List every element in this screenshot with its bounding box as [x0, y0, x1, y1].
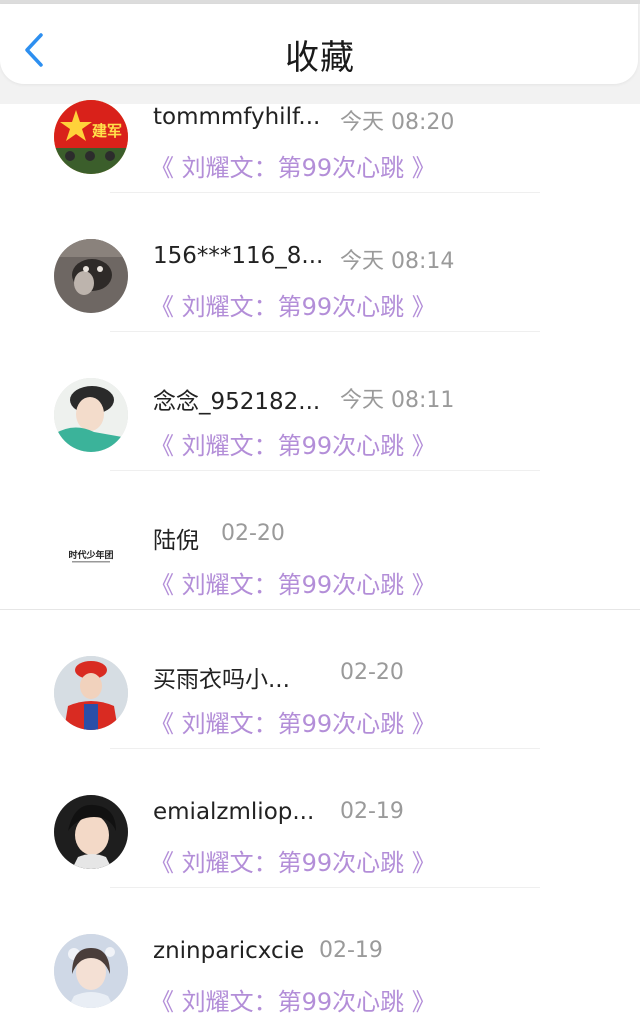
timestamp: 02-20 [221, 521, 285, 546]
page-title: 收藏 [285, 38, 355, 78]
boy-photo-icon [54, 378, 128, 452]
timestamp: 今天 08:20 [340, 110, 455, 135]
army-day-badge-icon: 建军 [54, 100, 128, 174]
mario-cosplay-icon [54, 656, 128, 730]
name-line: zninparicxcie [153, 938, 304, 964]
user-name: 念念_952182... [153, 389, 321, 415]
child-photo-icon [54, 795, 128, 869]
group-logo-icon: 时代少年团 [54, 517, 128, 591]
user-name: tommmfyhilf... [153, 104, 321, 130]
avatar[interactable] [54, 934, 128, 1008]
avatar[interactable]: 时代少年团 [54, 517, 128, 591]
svg-text:建军: 建军 [92, 122, 122, 140]
list-item[interactable]: emialzmliop... 02-19 《 刘耀文：第99次心跳 》 [0, 749, 640, 888]
list-item[interactable]: 156***116_8... 今天 08:14 《 刘耀文：第99次心跳 》 [0, 193, 640, 332]
header-card: 收藏 [0, 4, 638, 84]
user-name: emialzmliop... [153, 799, 315, 825]
girl-photo-icon [54, 934, 128, 1008]
avatar[interactable] [54, 656, 128, 730]
list-item[interactable]: 买雨衣吗小... 02-20 《 刘耀文：第99次心跳 》 [0, 610, 640, 749]
favorite-title[interactable]: 《 刘耀文：第99次心跳 》 [150, 565, 436, 600]
user-name: 陆倪 [153, 528, 199, 554]
favorite-title[interactable]: 《 刘耀文：第99次心跳 》 [150, 843, 436, 878]
name-line: emialzmliop... [153, 799, 314, 825]
name-line: 陆倪 [153, 521, 199, 555]
timestamp: 02-19 [319, 938, 383, 963]
favorites-list: 建军 tommmfyhilf... 今天 08:20 《 刘耀文：第99次心跳 … [0, 100, 640, 1019]
list-item[interactable]: 念念_952182... 今天 08:11 《 刘耀文：第99次心跳 》 [0, 332, 640, 471]
avatar-logo-text: 时代少年团 [68, 549, 113, 561]
timestamp: 02-19 [340, 799, 404, 824]
list-item[interactable]: 建军 tommmfyhilf... 今天 08:20 《 刘耀文：第99次心跳 … [0, 100, 640, 193]
avatar[interactable] [54, 795, 128, 869]
list-item[interactable]: 时代少年团 陆倪 02-20 《 刘耀文：第99次心跳 》 [0, 471, 640, 610]
user-name: 156***116_8... [153, 243, 324, 269]
favorite-title[interactable]: 《 刘耀文：第99次心跳 》 [150, 426, 436, 461]
favorite-title[interactable]: 《 刘耀文：第99次心跳 》 [150, 148, 436, 183]
header: 收藏 [0, 4, 640, 104]
name-line: 156***116_8... [153, 243, 323, 269]
avatar[interactable] [54, 239, 128, 313]
name-line: 念念_952182... [153, 382, 320, 416]
avatar[interactable] [54, 378, 128, 452]
timestamp: 今天 08:11 [340, 388, 455, 413]
list-item[interactable]: zninparicxcie 02-19 《 刘耀文：第99次心跳 》 [0, 888, 640, 1019]
avatar[interactable]: 建军 [54, 100, 128, 174]
favorite-title[interactable]: 《 刘耀文：第99次心跳 》 [150, 704, 436, 739]
favorite-title[interactable]: 《 刘耀文：第99次心跳 》 [150, 982, 436, 1017]
favorite-title[interactable]: 《 刘耀文：第99次心跳 》 [150, 287, 436, 322]
user-name: zninparicxcie [153, 938, 305, 964]
timestamp: 02-20 [340, 660, 404, 685]
timestamp: 今天 08:14 [340, 249, 455, 274]
name-line: tommmfyhilf... [153, 104, 320, 130]
name-line: 买雨衣吗小... [153, 660, 290, 694]
user-name: 买雨衣吗小... [153, 667, 290, 693]
cat-photo-icon [54, 239, 128, 313]
